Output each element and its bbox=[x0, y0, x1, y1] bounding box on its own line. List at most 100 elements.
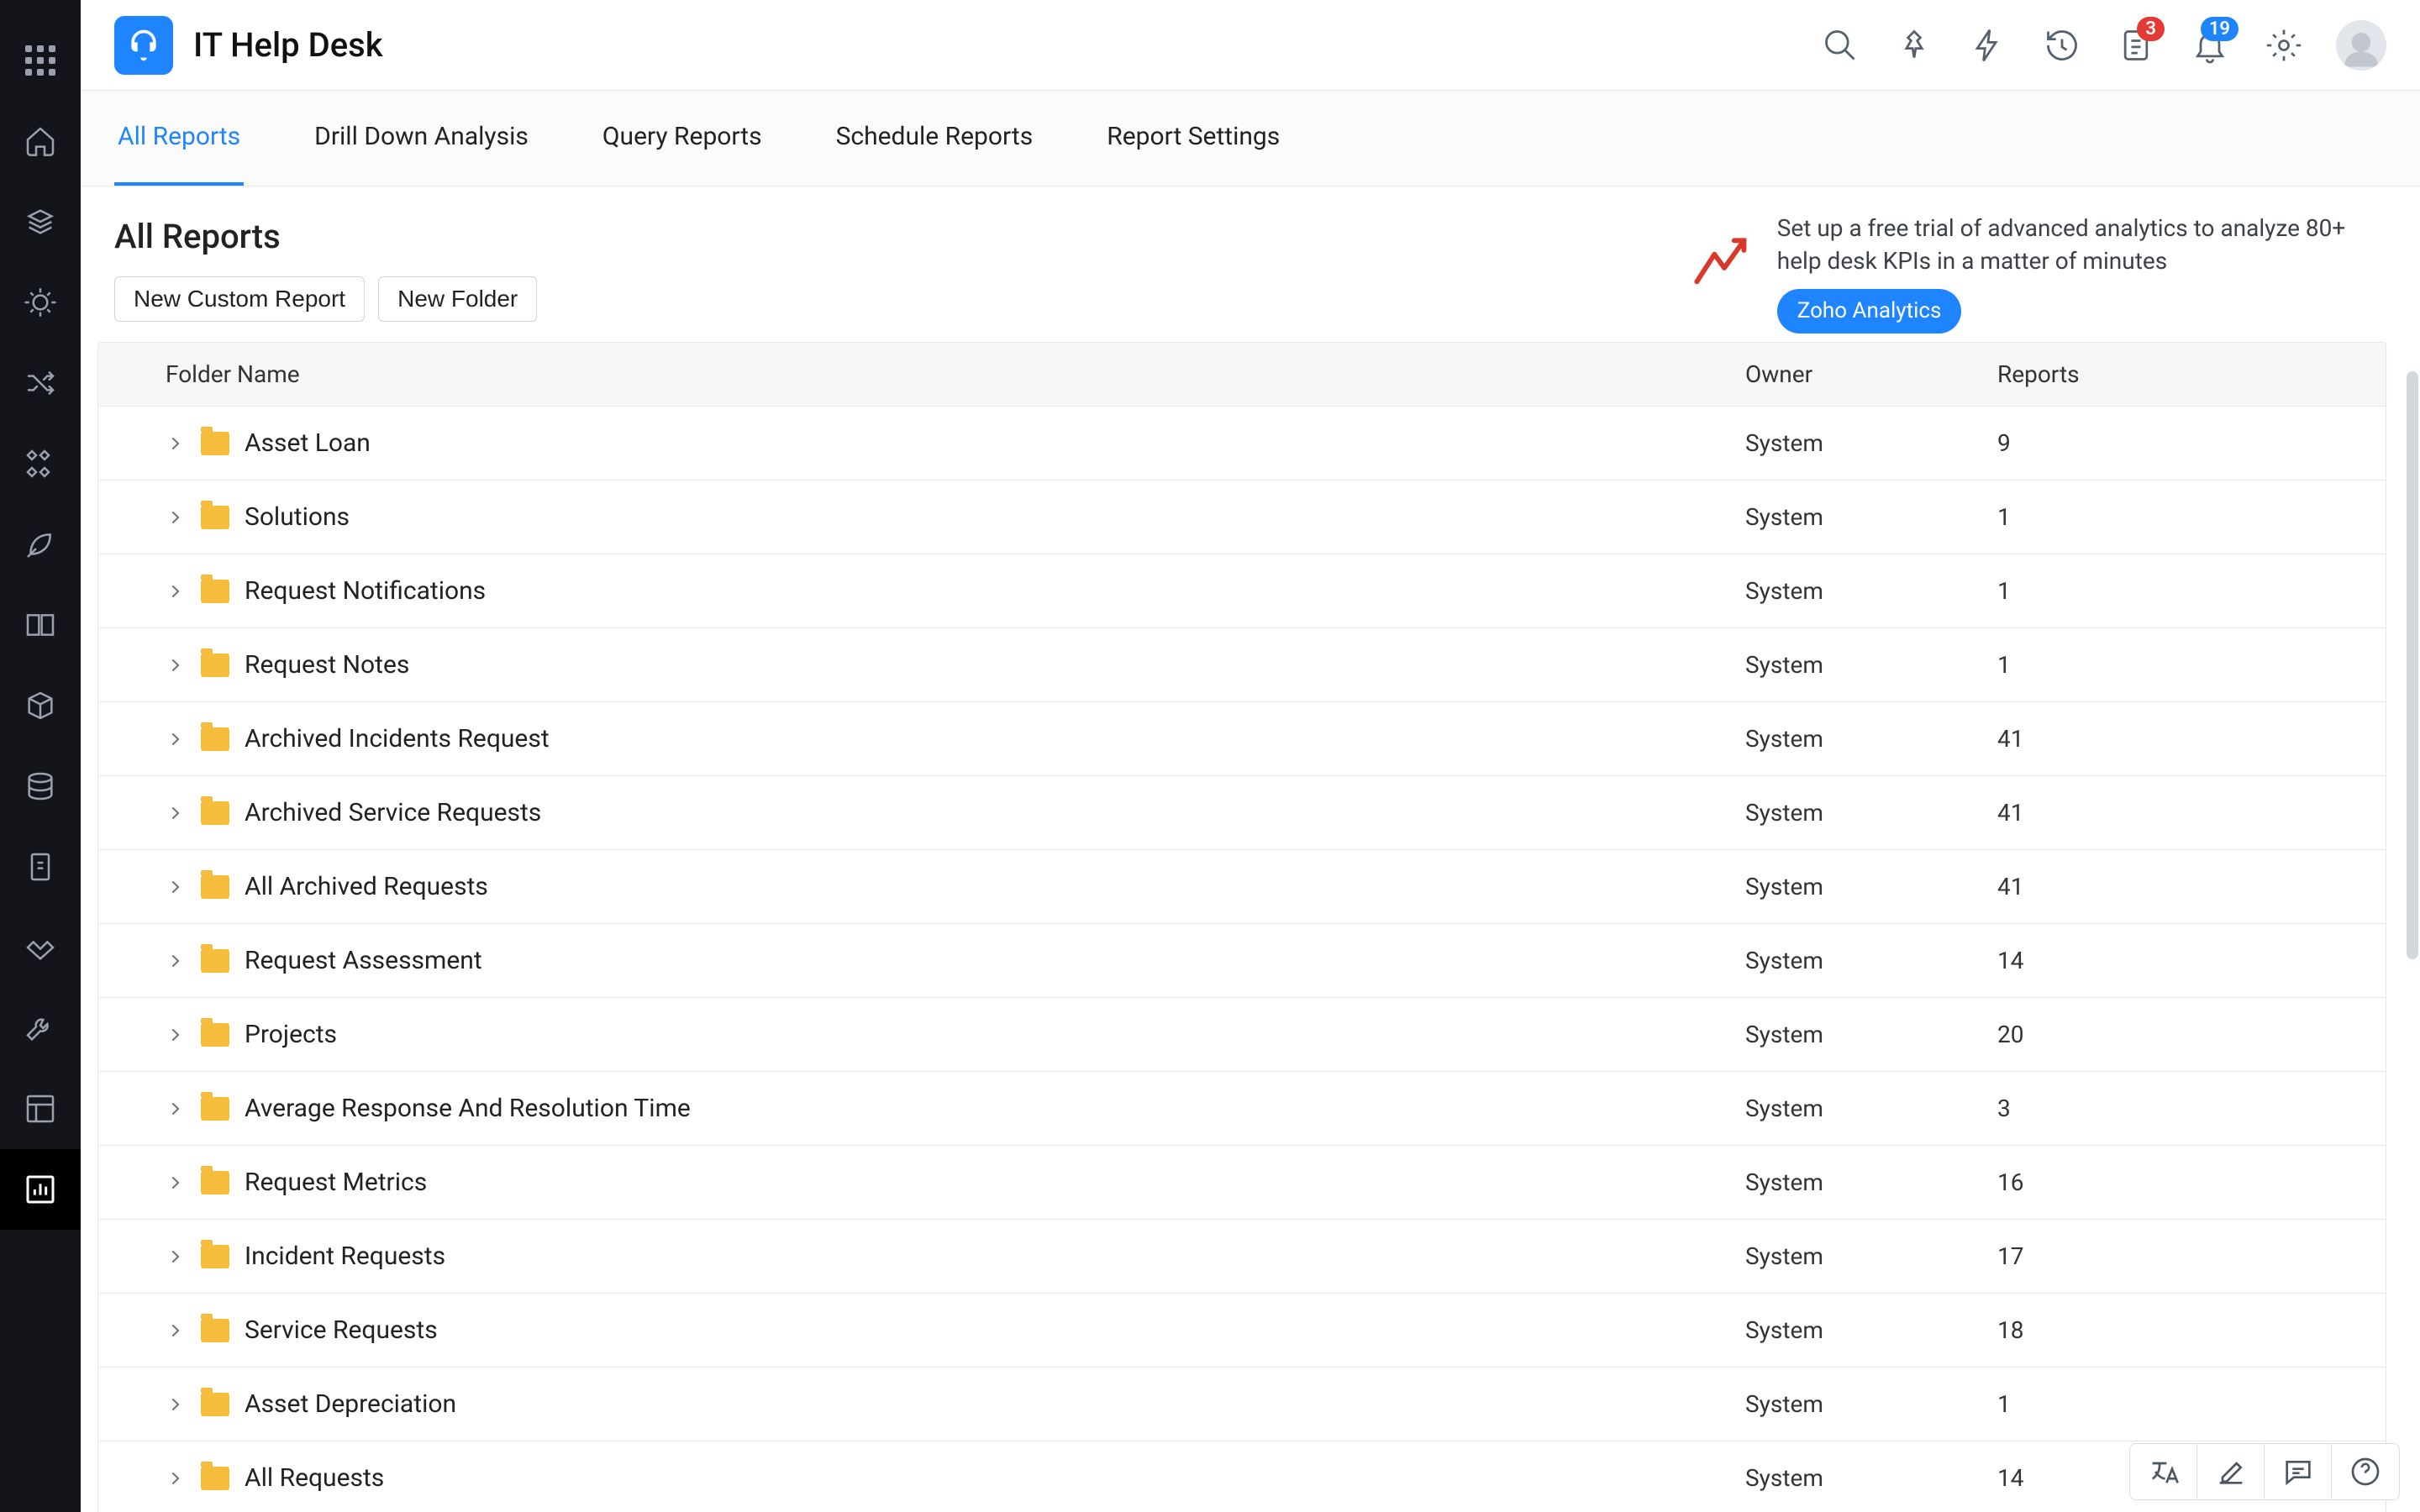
app-title: IT Help Desk bbox=[193, 25, 383, 65]
folder-name: Service Requests bbox=[245, 1315, 438, 1345]
table-row[interactable]: ProjectsSystem20 bbox=[98, 998, 2386, 1072]
reports-count: 20 bbox=[1991, 1021, 2386, 1048]
notifications-badge: 19 bbox=[2201, 17, 2238, 41]
table-row[interactable]: Request NotesSystem1 bbox=[98, 628, 2386, 702]
wrench-icon[interactable] bbox=[0, 988, 81, 1068]
owner-cell: System bbox=[1739, 1021, 1991, 1048]
folder-name: Solutions bbox=[245, 502, 350, 532]
reports-table: Folder Name Owner Reports Asset LoanSyst… bbox=[97, 342, 2386, 1512]
reports-count: 41 bbox=[1991, 725, 2386, 753]
bug-icon[interactable] bbox=[0, 262, 81, 343]
col-owner[interactable]: Owner bbox=[1739, 360, 1991, 388]
handshake-icon[interactable] bbox=[0, 907, 81, 988]
table-row[interactable]: Archived Service RequestsSystem41 bbox=[98, 776, 2386, 850]
folder-name: Average Response And Resolution Time bbox=[245, 1094, 691, 1123]
left-sidebar bbox=[0, 0, 81, 1512]
table-row[interactable]: Asset DepreciationSystem1 bbox=[98, 1368, 2386, 1441]
shuffle-icon[interactable] bbox=[0, 343, 81, 423]
folder-name: Archived Incidents Request bbox=[245, 724, 550, 753]
folder-icon bbox=[201, 506, 229, 529]
folder-icon bbox=[201, 1023, 229, 1047]
col-reports[interactable]: Reports bbox=[1991, 360, 2386, 388]
scrollbar[interactable] bbox=[2403, 371, 2420, 1478]
tab-all-reports[interactable]: All Reports bbox=[114, 91, 244, 186]
notifications-icon[interactable]: 19 bbox=[2188, 24, 2232, 67]
table-row[interactable]: All RequestsSystem14 bbox=[98, 1441, 2386, 1512]
analytics-promo-icon bbox=[1689, 212, 1752, 312]
receipt-icon[interactable] bbox=[0, 827, 81, 907]
table-row[interactable]: Request AssessmentSystem14 bbox=[98, 924, 2386, 998]
table-row[interactable]: Request Metrics System16 bbox=[98, 1146, 2386, 1220]
chevron-right-icon bbox=[166, 1247, 186, 1267]
folder-name: All Archived Requests bbox=[245, 872, 488, 901]
reports-count: 16 bbox=[1991, 1168, 2386, 1196]
folder-icon bbox=[201, 727, 229, 751]
bolt-icon[interactable] bbox=[1966, 24, 2010, 67]
app-logo[interactable] bbox=[114, 16, 173, 75]
folder-name: Incident Requests bbox=[245, 1242, 445, 1271]
chevron-right-icon bbox=[166, 507, 186, 528]
owner-cell: System bbox=[1739, 725, 1991, 753]
folder-name: All Requests bbox=[245, 1463, 384, 1493]
home-icon[interactable] bbox=[0, 101, 81, 181]
history-icon[interactable] bbox=[2040, 24, 2084, 67]
tab-schedule-reports[interactable]: Schedule Reports bbox=[833, 91, 1037, 186]
compose-icon[interactable] bbox=[2197, 1443, 2265, 1500]
ticket-icon[interactable] bbox=[0, 181, 81, 262]
reports-count: 41 bbox=[1991, 799, 2386, 827]
language-icon[interactable] bbox=[2130, 1443, 2197, 1500]
help-icon[interactable] bbox=[2332, 1443, 2399, 1500]
folder-name: Request Assessment bbox=[245, 946, 482, 975]
cube-icon[interactable] bbox=[0, 665, 81, 746]
reports-count: 17 bbox=[1991, 1242, 2386, 1270]
folder-name: Request Metrics bbox=[245, 1168, 427, 1197]
new-custom-report-button[interactable]: New Custom Report bbox=[114, 276, 365, 322]
folder-icon bbox=[201, 1245, 229, 1268]
col-folder-name[interactable]: Folder Name bbox=[98, 360, 1739, 388]
tab-query-reports[interactable]: Query Reports bbox=[599, 91, 765, 186]
chevron-right-icon bbox=[166, 1099, 186, 1119]
new-folder-button[interactable]: New Folder bbox=[378, 276, 537, 322]
table-row[interactable]: Archived Incidents Request System41 bbox=[98, 702, 2386, 776]
report-tabs: All Reports Drill Down Analysis Query Repo… bbox=[81, 91, 2420, 186]
settings-icon[interactable] bbox=[2262, 24, 2306, 67]
table-row[interactable]: All Archived RequestsSystem41 bbox=[98, 850, 2386, 924]
tasks-icon[interactable]: 3 bbox=[2114, 24, 2158, 67]
folder-icon bbox=[201, 654, 229, 677]
tab-drill-down-analysis[interactable]: Drill Down Analysis bbox=[311, 91, 532, 186]
user-avatar[interactable] bbox=[2336, 20, 2386, 71]
database-icon[interactable] bbox=[0, 746, 81, 827]
table-row[interactable]: SolutionsSystem1 bbox=[98, 480, 2386, 554]
tools-icon[interactable] bbox=[0, 423, 81, 504]
reports-count: 41 bbox=[1991, 873, 2386, 900]
chat-icon[interactable] bbox=[2265, 1443, 2332, 1500]
apps-icon[interactable] bbox=[0, 20, 81, 101]
analytics-promo: Set up a free trial of advanced analytic… bbox=[1689, 212, 2378, 333]
folder-icon bbox=[201, 1097, 229, 1121]
pin-icon[interactable] bbox=[1892, 24, 1936, 67]
zoho-analytics-button[interactable]: Zoho Analytics bbox=[1777, 289, 1962, 333]
book-icon[interactable] bbox=[0, 585, 81, 665]
chevron-right-icon bbox=[166, 803, 186, 823]
table-row[interactable]: Service RequestsSystem18 bbox=[98, 1294, 2386, 1368]
table-row[interactable]: Asset LoanSystem9 bbox=[98, 407, 2386, 480]
owner-cell: System bbox=[1739, 1464, 1991, 1492]
owner-cell: System bbox=[1739, 577, 1991, 605]
table-row[interactable]: Average Response And Resolution TimeSyst… bbox=[98, 1072, 2386, 1146]
chevron-right-icon bbox=[166, 877, 186, 897]
folder-name: Asset Loan bbox=[245, 428, 371, 458]
search-icon[interactable] bbox=[1818, 24, 1862, 67]
layout-icon[interactable] bbox=[0, 1068, 81, 1149]
owner-cell: System bbox=[1739, 1168, 1991, 1196]
folder-icon bbox=[201, 949, 229, 973]
promo-text: Set up a free trial of advanced analytic… bbox=[1777, 212, 2378, 277]
table-row[interactable]: Request NotificationsSystem1 bbox=[98, 554, 2386, 628]
reports-icon[interactable] bbox=[0, 1149, 81, 1230]
rocket-icon[interactable] bbox=[0, 504, 81, 585]
folder-icon bbox=[201, 1467, 229, 1490]
chevron-right-icon bbox=[166, 1468, 186, 1488]
tab-report-settings[interactable]: Report Settings bbox=[1103, 91, 1283, 186]
table-row[interactable]: Incident RequestsSystem17 bbox=[98, 1220, 2386, 1294]
chevron-right-icon bbox=[166, 1320, 186, 1341]
folder-name: Request Notes bbox=[245, 650, 409, 680]
